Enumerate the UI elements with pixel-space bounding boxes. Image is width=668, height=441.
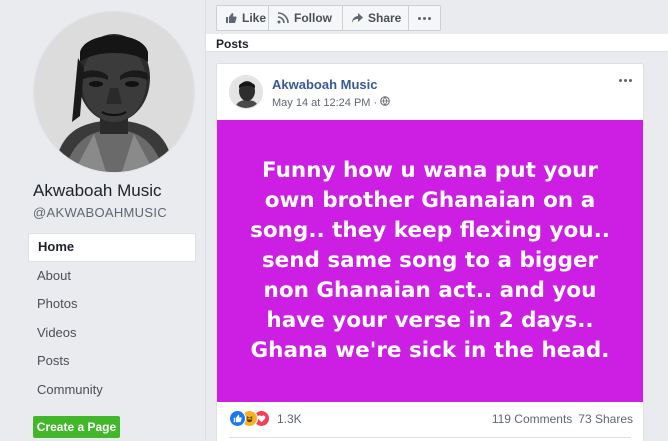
card-divider (229, 437, 631, 438)
follow-button[interactable]: Follow (269, 6, 343, 30)
post-stats: 119 Comments 73 Shares (492, 412, 633, 426)
nav-item-about[interactable]: About (28, 262, 196, 291)
create-page-button[interactable]: Create a Page (33, 416, 120, 438)
comments-count[interactable]: 119 Comments (492, 412, 572, 426)
meta-separator: · (373, 96, 378, 109)
reactions-summary[interactable]: 1.3K (229, 410, 302, 427)
nav-item-photos[interactable]: Photos (28, 290, 196, 319)
post-author-name[interactable]: Akwaboah Music (272, 77, 377, 92)
thumbs-up-icon (225, 12, 237, 24)
post-options-button[interactable] (615, 72, 635, 88)
like-label: Like (242, 11, 267, 25)
page-nav: Home About Photos Videos Posts Community (28, 233, 196, 404)
nav-item-community[interactable]: Community (28, 376, 196, 405)
ellipsis-icon (417, 16, 432, 20)
profile-picture[interactable] (34, 12, 194, 172)
globe-icon (380, 96, 390, 109)
page-action-bar: Like Follow Share (216, 5, 441, 31)
rss-icon (277, 12, 289, 24)
nav-item-home[interactable]: Home (28, 233, 196, 262)
shares-count[interactable]: 73 Shares (578, 412, 633, 426)
nav-item-posts[interactable]: Posts (28, 347, 196, 376)
reaction-count[interactable]: 1.3K (277, 412, 302, 426)
like-reaction-icon (229, 410, 246, 427)
post-card: Akwaboah Music May 14 at 12:24 PM · Funn… (216, 63, 644, 441)
post-image-text: Funny how u wana put your own brother Gh… (250, 158, 610, 363)
share-arrow-icon (351, 12, 363, 24)
post-image[interactable]: Funny how u wana put your own brother Gh… (217, 120, 643, 402)
follow-label: Follow (294, 11, 332, 25)
page-handle: @AKWABOAHMUSIC (33, 205, 167, 220)
column-divider (205, 0, 206, 441)
left-column: Akwaboah Music @AKWABOAHMUSIC Home About… (0, 0, 205, 441)
posts-heading: Posts (216, 37, 249, 51)
posts-header-bar (206, 34, 668, 52)
page-name[interactable]: Akwaboah Music (33, 181, 162, 201)
nav-item-videos[interactable]: Videos (28, 319, 196, 348)
post-author-avatar[interactable] (229, 75, 263, 109)
like-button[interactable]: Like (217, 6, 269, 30)
more-options-button[interactable] (409, 6, 440, 30)
post-timestamp[interactable]: May 14 at 12:24 PM (272, 97, 370, 109)
post-meta: May 14 at 12:24 PM · (272, 96, 390, 109)
share-label: Share (368, 11, 402, 25)
ellipsis-icon (618, 78, 633, 82)
share-button[interactable]: Share (343, 6, 409, 30)
